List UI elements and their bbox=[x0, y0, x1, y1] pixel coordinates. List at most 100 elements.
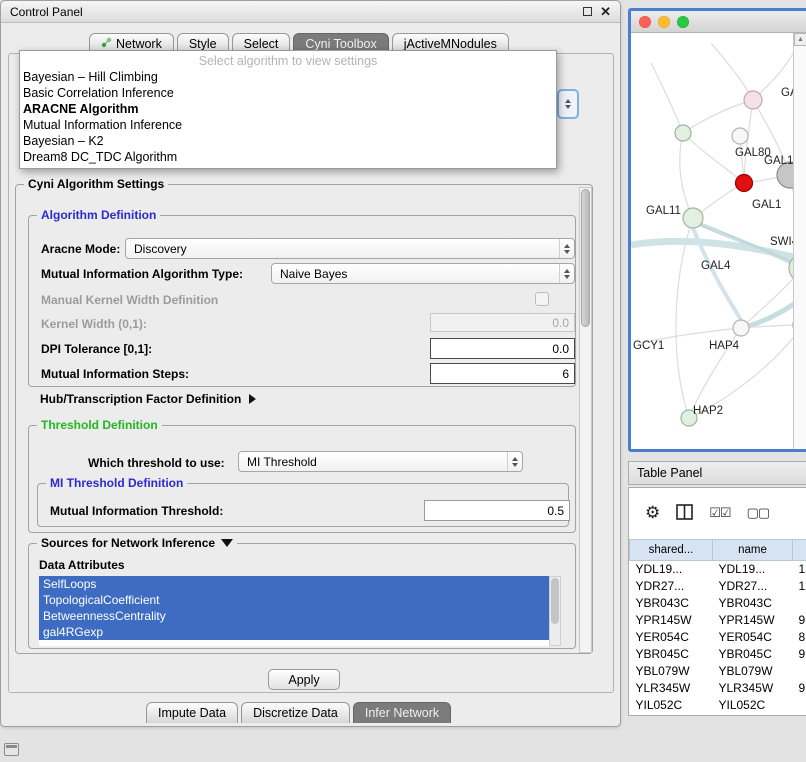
mi-steps-field[interactable] bbox=[430, 363, 575, 384]
network-canvas[interactable]: GALGAL80GAL10GAL11GAL1SWI4GAL4GCY1HAP4YH… bbox=[631, 33, 806, 449]
algorithm-combobox-edge[interactable] bbox=[557, 89, 579, 119]
table-cell: YDR27... bbox=[630, 578, 713, 595]
network-edge[interactable] bbox=[651, 63, 683, 133]
gear-icon[interactable]: ⚙ bbox=[645, 504, 660, 521]
algorithm-option-bayesian-hill-climbing[interactable]: Bayesian – Hill Climbing bbox=[20, 69, 556, 85]
settings-scrollbar[interactable] bbox=[579, 187, 592, 653]
table-row[interactable]: YDR27...YDR27...12 bbox=[630, 578, 806, 595]
network-node[interactable] bbox=[744, 91, 762, 109]
attribute-item-selfloops[interactable]: SelfLoops bbox=[39, 576, 549, 592]
algorithm-popup-placeholder: Select algorithm to view settings bbox=[20, 53, 556, 69]
tab-discretize-data[interactable]: Discretize Data bbox=[241, 702, 350, 723]
table-row[interactable]: YBR043CYBR043C bbox=[630, 595, 806, 612]
column-header[interactable] bbox=[793, 540, 806, 561]
table-row[interactable]: YPR145WYPR145W9. bbox=[630, 612, 806, 629]
attribute-item-gal4rgexp[interactable]: gal4RGexp bbox=[39, 624, 549, 640]
zoom-traffic-light[interactable] bbox=[677, 16, 689, 28]
mi-threshold-group-title: MI Threshold Definition bbox=[46, 476, 187, 490]
node-table: shared...name YDL19...YDL19...13YDR27...… bbox=[629, 539, 806, 714]
cyni-algorithm-settings-group: Cyni Algorithm Settings Algorithm Defini… bbox=[15, 184, 593, 654]
table-row[interactable]: YIL052CYIL052C bbox=[630, 697, 806, 714]
settings-scrollbar-thumb[interactable] bbox=[581, 189, 590, 327]
network-node[interactable] bbox=[675, 125, 691, 141]
scroll-up-arrow-icon: ▲ bbox=[797, 36, 804, 43]
algorithm-option-bayesian-k2[interactable]: Bayesian – K2 bbox=[20, 133, 556, 149]
network-view-scrollbar[interactable]: ▲ bbox=[793, 33, 806, 449]
algorithm-option-basic-correlation-inference[interactable]: Basic Correlation Inference bbox=[20, 85, 556, 101]
network-edge[interactable] bbox=[680, 133, 693, 218]
table-row[interactable]: YBL079WYBL079W bbox=[630, 663, 806, 680]
expander-expanded-icon bbox=[221, 539, 233, 547]
restore-panel-icon[interactable] bbox=[4, 743, 19, 756]
deselect-all-rows-icon[interactable]: ▢▢ bbox=[747, 506, 770, 519]
network-edge[interactable] bbox=[711, 43, 753, 100]
node-label: HAP2 bbox=[693, 405, 723, 417]
table-cell: 9. bbox=[793, 680, 806, 697]
table-cell: YLR345W bbox=[630, 680, 713, 697]
kernel-width-field[interactable] bbox=[430, 313, 575, 332]
manual-kernel-width-checkbox[interactable] bbox=[535, 292, 549, 306]
table-cell: YLR345W bbox=[713, 680, 793, 697]
node-label: GCY1 bbox=[633, 340, 664, 352]
network-window-titlebar[interactable] bbox=[631, 11, 806, 33]
sources-expander[interactable]: Sources for Network Inference bbox=[37, 536, 237, 550]
algorithm-definition-group: Algorithm Definition Aracne Mode: Discov… bbox=[28, 215, 576, 387]
column-header[interactable]: name bbox=[713, 540, 793, 561]
table-row[interactable]: YER054CYER054C8. bbox=[630, 629, 806, 646]
table-row[interactable]: YLR345WYLR345W9. bbox=[630, 680, 806, 697]
algorithm-popup-list: Select algorithm to view settingsBayesia… bbox=[19, 50, 557, 169]
close-icon[interactable]: ✕ bbox=[600, 7, 611, 16]
network-node[interactable] bbox=[683, 208, 703, 228]
apply-button[interactable]: Apply bbox=[268, 669, 340, 690]
network-node[interactable] bbox=[736, 175, 753, 192]
which-threshold-select[interactable]: MI Threshold bbox=[238, 451, 523, 472]
node-label: HAP4 bbox=[709, 340, 740, 352]
table-cell: YBL079W bbox=[630, 663, 713, 680]
table-cell: YBR045C bbox=[630, 646, 713, 663]
table-row[interactable]: YDL19...YDL19...13 bbox=[630, 561, 806, 578]
table-cell bbox=[793, 595, 806, 612]
dpi-tolerance-field[interactable] bbox=[430, 338, 575, 359]
tab-infer-network[interactable]: Infer Network bbox=[353, 702, 451, 723]
float-window-icon[interactable] bbox=[583, 7, 592, 16]
tab-label: Select bbox=[244, 37, 279, 51]
mi-threshold-field[interactable] bbox=[424, 500, 570, 521]
hub-definition-expander[interactable]: Hub/Transcription Factor Definition bbox=[40, 392, 256, 406]
aracne-mode-label: Aracne Mode: bbox=[41, 242, 120, 256]
columns-icon[interactable] bbox=[676, 504, 693, 520]
minimize-traffic-light[interactable] bbox=[658, 16, 670, 28]
kernel-width-label: Kernel Width (0,1): bbox=[41, 317, 147, 331]
close-traffic-light[interactable] bbox=[639, 16, 651, 28]
attribute-item-betweennesscentrality[interactable]: BetweennessCentrality bbox=[39, 608, 549, 624]
network-edge[interactable] bbox=[676, 218, 693, 418]
control-panel-titlebar[interactable]: Control Panel ✕ bbox=[1, 1, 620, 23]
table-panel-header[interactable]: Table Panel bbox=[628, 461, 806, 485]
table-row[interactable]: YBR045CYBR045C9. bbox=[630, 646, 806, 663]
control-panel-window: Control Panel ✕ NetworkStyleSelectCyni T… bbox=[0, 0, 621, 727]
tab-impute-data[interactable]: Impute Data bbox=[146, 702, 238, 723]
select-all-rows-icon[interactable]: ☑☑ bbox=[709, 506, 730, 519]
scroll-up-button[interactable]: ▲ bbox=[794, 33, 806, 46]
table-cell: YDR27... bbox=[713, 578, 793, 595]
attribute-item-topologicalcoefficient[interactable]: TopologicalCoefficient bbox=[39, 592, 549, 608]
apply-button-label: Apply bbox=[288, 673, 319, 687]
aracne-mode-select[interactable]: Discovery bbox=[125, 238, 575, 259]
network-view-window: GALGAL80GAL10GAL11GAL1SWI4GAL4GCY1HAP4YH… bbox=[628, 8, 806, 452]
algorithm-option-dream8-dc-tdc-algorithm[interactable]: Dream8 DC_TDC Algorithm bbox=[20, 149, 556, 165]
traffic-lights bbox=[639, 16, 689, 28]
table-cell bbox=[793, 697, 806, 714]
network-node[interactable] bbox=[732, 128, 748, 144]
network-node[interactable] bbox=[733, 320, 749, 336]
mi-algorithm-type-select[interactable]: Naive Bayes bbox=[271, 263, 575, 284]
column-header[interactable]: shared... bbox=[630, 540, 713, 561]
table-cell: YBL079W bbox=[713, 663, 793, 680]
algorithm-option-aracne-algorithm[interactable]: ARACNE Algorithm bbox=[20, 101, 556, 117]
attributes-scrollbar[interactable] bbox=[549, 576, 561, 646]
algorithm-option-mutual-information-inference[interactable]: Mutual Information Inference bbox=[20, 117, 556, 133]
data-attributes-label: Data Attributes bbox=[39, 558, 125, 572]
which-threshold-value: MI Threshold bbox=[247, 455, 507, 469]
table-cell: YDL19... bbox=[630, 561, 713, 578]
sources-title: Sources for Network Inference bbox=[41, 536, 215, 550]
expander-collapsed-icon bbox=[249, 394, 256, 404]
tab-label: Impute Data bbox=[158, 706, 226, 720]
